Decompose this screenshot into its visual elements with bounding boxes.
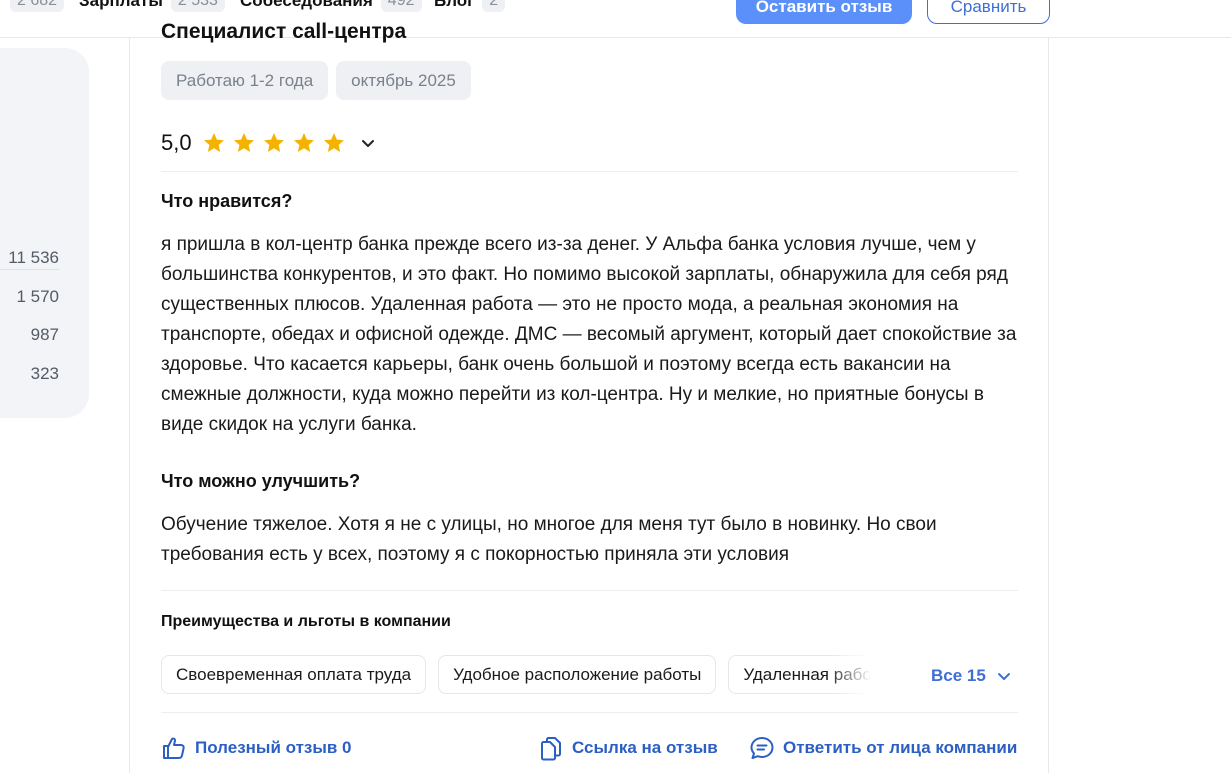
reply-label: Ответить от лица компании bbox=[783, 738, 1018, 757]
review-actions: Полезный отзыв 0 Ссылка на отзыв Ответит… bbox=[161, 735, 1021, 765]
stat-value: 987 bbox=[30, 325, 59, 344]
copy-link-button[interactable]: Ссылка на отзыв bbox=[538, 735, 718, 761]
likes-text: я пришла в кол-центр банка прежде всего … bbox=[161, 234, 1017, 435]
star-icon bbox=[263, 133, 284, 152]
review-card: Специалист call-центра Работаю 1-2 года … bbox=[129, 20, 1049, 773]
review-meta-chips: Работаю 1-2 года октябрь 2025 bbox=[161, 61, 471, 100]
nav-item-label: Блог bbox=[434, 0, 475, 10]
experience-chip: Работаю 1-2 года bbox=[161, 61, 329, 100]
helpful-label: Полезный отзыв 0 bbox=[195, 738, 352, 757]
stat-value: 11 536 bbox=[8, 248, 59, 267]
star-icon bbox=[203, 133, 224, 152]
review-title: Специалист call-центра bbox=[161, 20, 407, 43]
helpful-button[interactable]: Полезный отзыв 0 bbox=[161, 735, 352, 761]
likes-heading: Что нравится? bbox=[161, 191, 293, 211]
reply-as-company-button[interactable]: Ответить от лица компании bbox=[749, 735, 1017, 761]
star-icon bbox=[323, 133, 344, 152]
benefits-heading: Преимущества и льготы в компании bbox=[161, 613, 451, 630]
nav-item-salaries[interactable]: Зарплаты 2 533 bbox=[79, 0, 225, 12]
leave-review-button[interactable]: Оставить отзыв bbox=[736, 0, 912, 24]
nav-badge: 2 533 bbox=[170, 0, 225, 12]
copy-link-label: Ссылка на отзыв bbox=[572, 738, 718, 757]
benefit-chip: Удаленная работа bbox=[728, 655, 872, 694]
rating-value: 5,0 bbox=[161, 130, 192, 155]
benefit-chip: Удобное расположение работы bbox=[438, 655, 717, 694]
copy-icon bbox=[541, 737, 561, 761]
left-stats-panel: 11 536 1 570 987 323 bbox=[0, 48, 89, 418]
compare-button[interactable]: Сравнить bbox=[927, 0, 1050, 24]
star-icon bbox=[293, 133, 314, 152]
nav-item-reviews[interactable]: 2 682 bbox=[10, 0, 65, 12]
stars bbox=[202, 131, 346, 155]
nav-badge: 2 bbox=[482, 0, 506, 12]
chevron-down-icon bbox=[997, 673, 1010, 680]
nav-item-label: Собеседования bbox=[240, 0, 373, 10]
star-icon bbox=[233, 133, 254, 152]
nav-badge: 492 bbox=[380, 0, 422, 12]
improve-heading: Что можно улучшить? bbox=[161, 471, 361, 491]
stat-value: 1 570 bbox=[16, 287, 59, 306]
divider bbox=[161, 171, 1018, 172]
rating[interactable]: 5,0 bbox=[161, 130, 376, 156]
nav-item-label: Зарплаты bbox=[79, 0, 163, 10]
benefits-list: Своевременная оплата труда Удобное распо… bbox=[161, 655, 872, 694]
left-divider bbox=[0, 269, 59, 270]
all-benefits-link[interactable]: Все 15 bbox=[931, 666, 1012, 686]
improve-text: Обучение тяжелое. Хотя я не с улицы, но … bbox=[161, 514, 937, 565]
benefit-chip: Своевременная оплата труда bbox=[161, 655, 427, 694]
nav-item-blog[interactable]: Блог 2 bbox=[434, 0, 506, 12]
date-chip: октябрь 2025 bbox=[336, 61, 471, 100]
divider bbox=[161, 590, 1018, 591]
chat-bubble-icon bbox=[750, 737, 774, 759]
nav-badge: 2 682 bbox=[10, 0, 65, 12]
divider bbox=[161, 712, 1018, 713]
thumbs-up-icon bbox=[163, 737, 185, 759]
nav-item-interviews[interactable]: Собеседования 492 bbox=[240, 0, 422, 12]
chevron-down-icon[interactable] bbox=[360, 135, 376, 151]
all-benefits-label: Все 15 bbox=[931, 666, 986, 685]
stat-value: 323 bbox=[30, 364, 59, 383]
